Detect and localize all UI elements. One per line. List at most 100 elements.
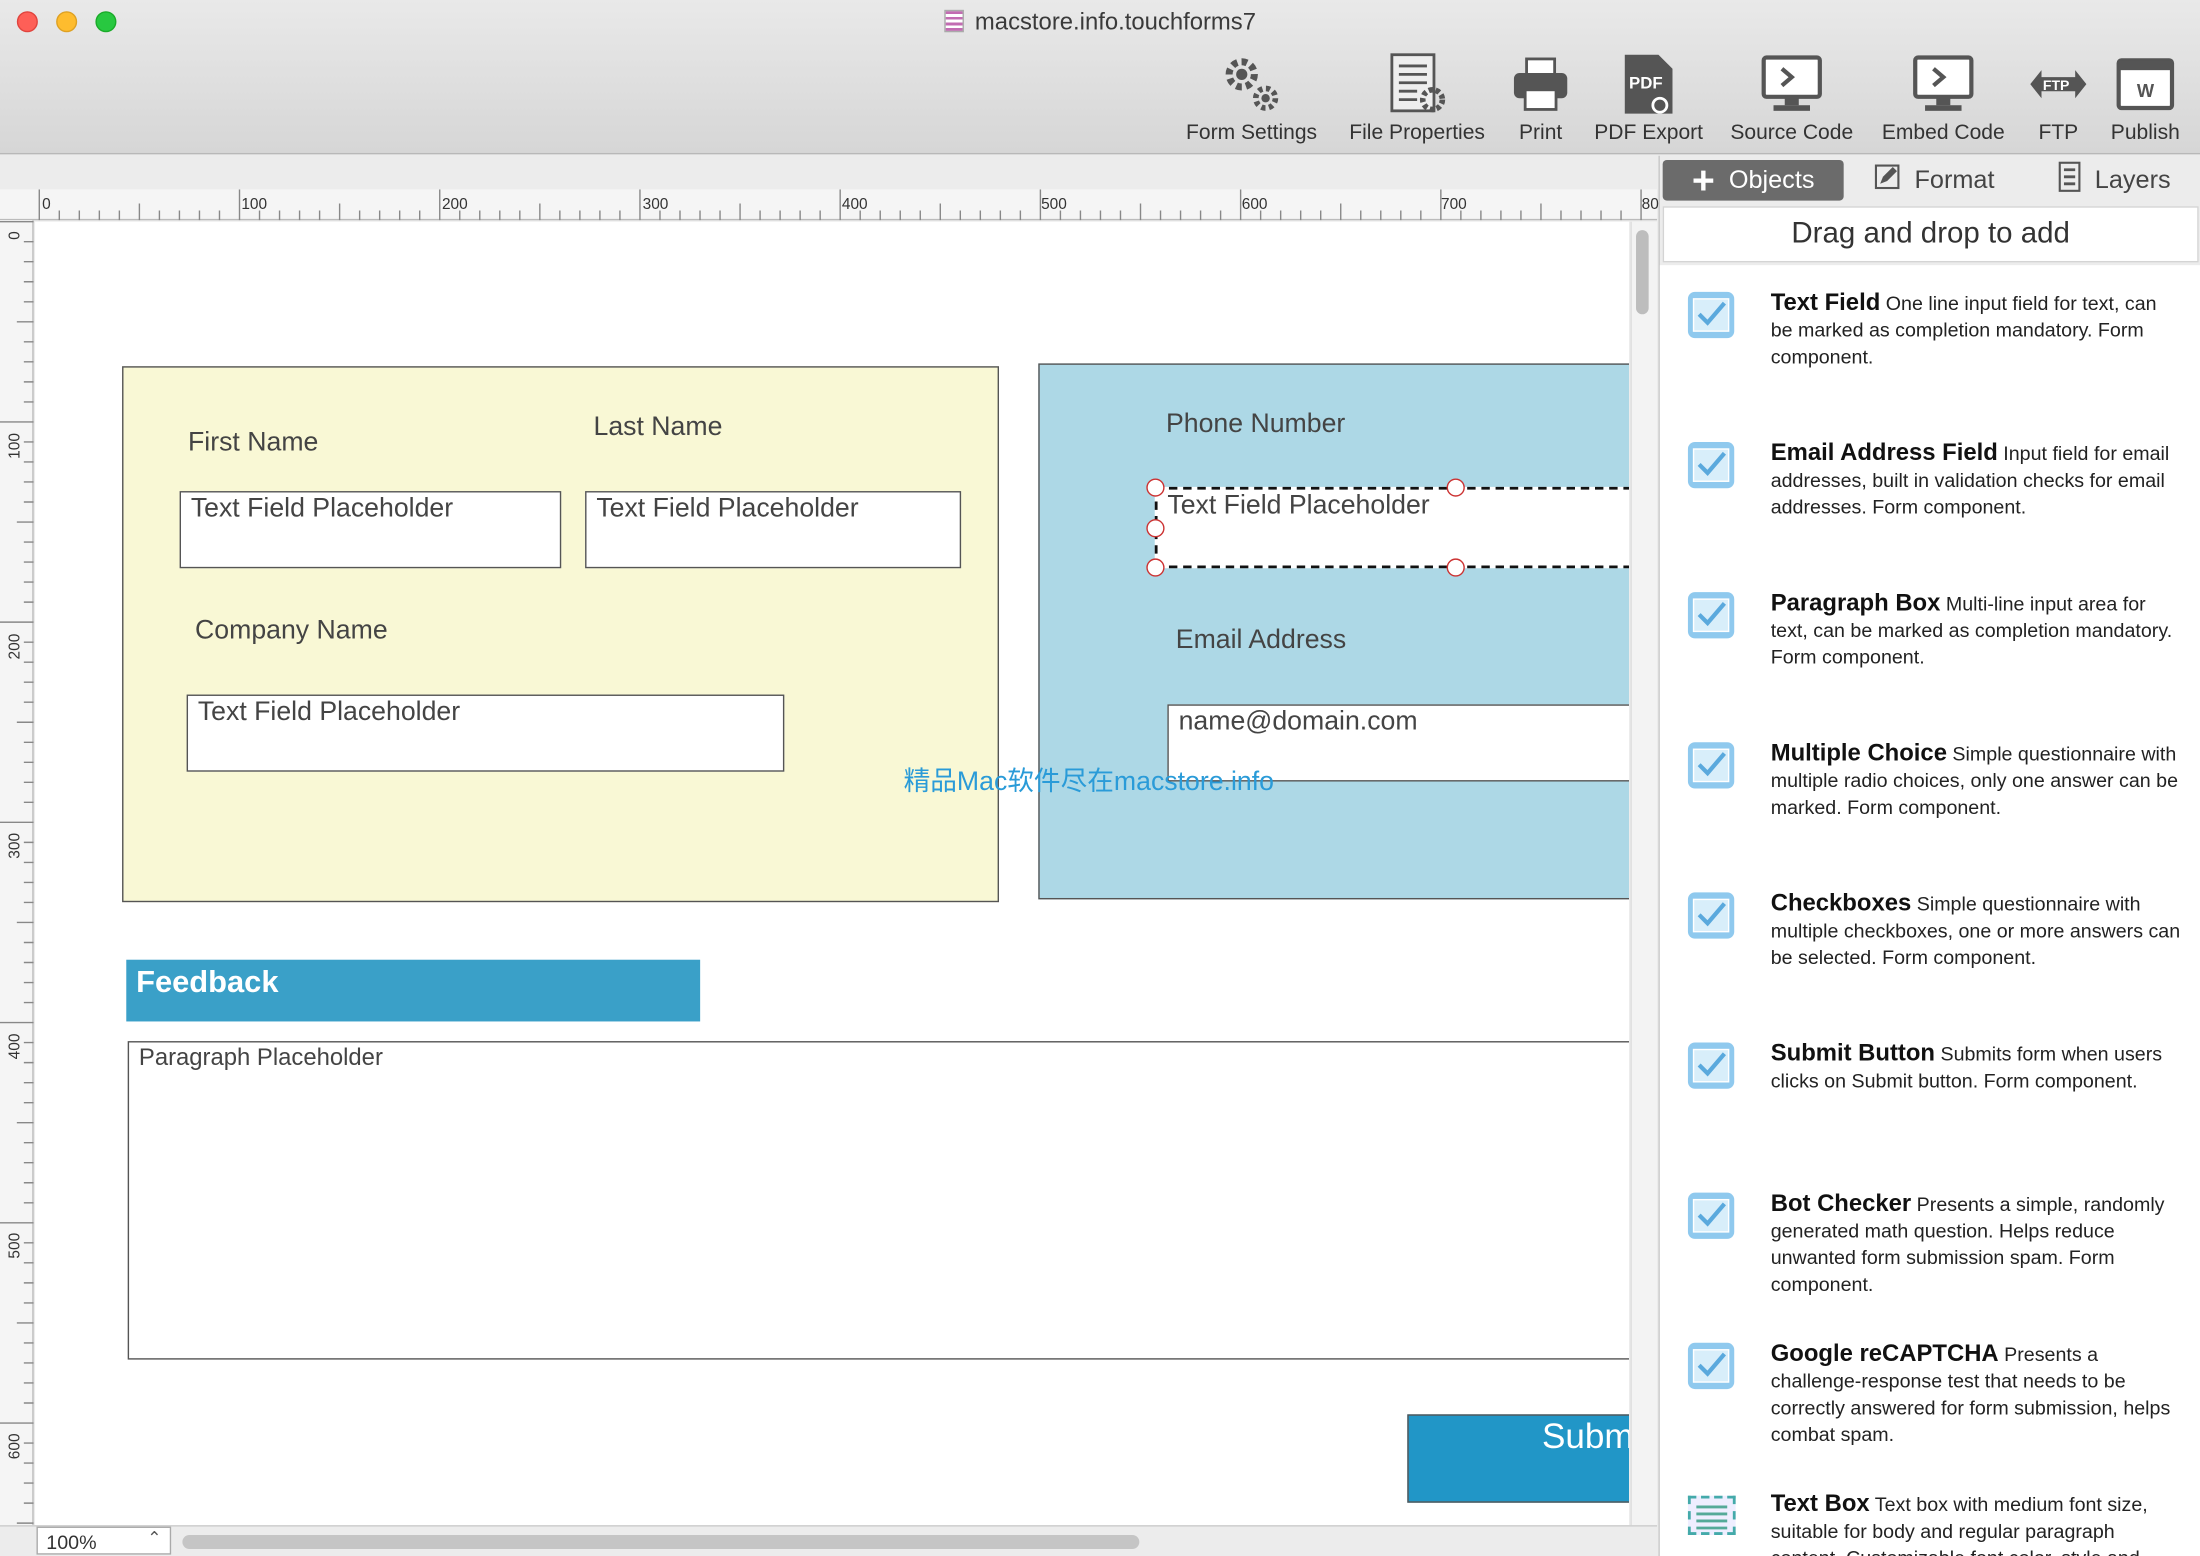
component-list: Text Field One line input field for text… — [1659, 265, 2200, 1556]
company-name-label[interactable]: Company Name — [195, 616, 388, 647]
resize-handle-top-middle[interactable] — [1446, 478, 1465, 497]
source-code-label: Source Code — [1730, 120, 1854, 145]
window-title-text: macstore.info.touchforms7 — [974, 8, 1256, 36]
publish-icon: W — [2105, 48, 2186, 121]
stepper-icon[interactable]: ⌃ — [147, 1528, 161, 1548]
component-name: Text Box — [1770, 1490, 1870, 1517]
form-canvas[interactable]: First Name Last Name Text Field Placehol… — [35, 221, 1629, 1526]
svg-text:W: W — [2137, 80, 2155, 101]
feedback-header[interactable]: Feedback — [126, 959, 701, 1022]
component-description: Bot Checker Presents a simple, randomly … — [1771, 1190, 2181, 1298]
source-code-icon — [1722, 48, 1862, 121]
component-description: Email Address Field Input field for emai… — [1771, 439, 2181, 520]
tab-format-label: Format — [1914, 165, 1995, 194]
horizontal-ruler: 0 100 200 300 400 500 600 700 80 — [0, 189, 1659, 221]
phone-number-field-selected[interactable]: Text Field Placeholder — [1154, 486, 1629, 569]
svg-text:PDF: PDF — [1629, 73, 1663, 92]
embed-code-icon — [1875, 48, 2013, 121]
component-description: Paragraph Box Multi-line input area for … — [1771, 589, 2181, 670]
resize-handle-top-left[interactable] — [1146, 478, 1165, 497]
checkbox-icon — [1687, 592, 1735, 639]
publish-label: Publish — [2110, 120, 2180, 145]
checkbox-icon — [1687, 1042, 1735, 1089]
email-address-label[interactable]: Email Address — [1176, 626, 1346, 657]
vruler-label-200: 200 — [7, 633, 24, 660]
gears-icon — [1179, 48, 1325, 121]
ftp-label: FTP — [2038, 120, 2079, 145]
pdf-icon: PDF — [1587, 48, 1710, 121]
component-name: Bot Checker — [1770, 1189, 1912, 1217]
ruler-label-700: 700 — [1440, 196, 1467, 214]
last-name-label[interactable]: Last Name — [594, 413, 723, 444]
submit-button[interactable]: Subm — [1407, 1414, 1629, 1503]
file-properties-button[interactable]: File Properties — [1340, 48, 1494, 145]
zoom-select[interactable]: 100% ⌃ — [36, 1526, 172, 1555]
checkbox-icon — [1687, 1342, 1735, 1390]
last-name-field[interactable]: Text Field Placeholder — [585, 491, 962, 569]
ruler-label-100: 100 — [241, 196, 268, 214]
component-name: Paragraph Box — [1770, 589, 1941, 616]
publish-button[interactable]: W Publish — [2105, 48, 2186, 145]
resize-handle-middle-left[interactable] — [1146, 519, 1165, 538]
ruler-label-300: 300 — [642, 196, 669, 214]
watermark-text: 精品Mac软件尽在macstore.info — [903, 767, 1274, 797]
component-description: Multiple Choice Simple questionnaire wit… — [1771, 739, 2181, 820]
ruler-label-200: 200 — [441, 196, 468, 214]
vertical-scrollbar[interactable] — [1630, 221, 1658, 1526]
source-code-button[interactable]: Source Code — [1722, 48, 1862, 145]
pdf-export-label: PDF Export — [1594, 120, 1704, 145]
text-box-icon — [1687, 1495, 1736, 1535]
tab-objects-label: Objects — [1728, 165, 1815, 194]
tab-format[interactable]: Format — [1848, 160, 2022, 201]
pencil-icon — [1875, 164, 1901, 196]
component-name: Checkboxes — [1770, 889, 1912, 917]
checkbox-icon — [1687, 742, 1735, 789]
printer-icon — [1507, 48, 1574, 121]
pdf-export-button[interactable]: PDF PDF Export — [1587, 48, 1710, 145]
embed-code-button[interactable]: Embed Code — [1875, 48, 2013, 145]
horizontal-scroll-thumb[interactable] — [182, 1534, 1140, 1550]
tab-objects[interactable]: + Objects — [1662, 159, 1844, 201]
checkbox-icon — [1687, 892, 1735, 939]
checkbox-icon — [1687, 441, 1735, 489]
checkbox-icon — [1687, 1192, 1735, 1239]
tab-layers[interactable]: Layers — [2027, 160, 2200, 201]
form-settings-button[interactable]: Form Settings — [1179, 48, 1325, 145]
print-label: Print — [1518, 120, 1563, 145]
zoom-value: 100% — [46, 1530, 97, 1554]
window-title: macstore.info.touchforms7 — [0, 8, 2200, 36]
company-name-field[interactable]: Text Field Placeholder — [186, 694, 785, 772]
phone-number-label[interactable]: Phone Number — [1166, 410, 1345, 441]
file-properties-label: File Properties — [1349, 120, 1485, 145]
component-name: Text Field — [1770, 289, 1881, 316]
vruler-label-0: 0 — [7, 231, 24, 240]
svg-text:FTP: FTP — [2043, 77, 2069, 93]
vertical-scroll-thumb[interactable] — [1636, 230, 1649, 315]
document-icon — [944, 9, 964, 33]
component-name: Multiple Choice — [1770, 739, 1947, 767]
component-description: Google reCAPTCHA Presents a challenge-re… — [1771, 1340, 2181, 1448]
print-button[interactable]: Print — [1507, 48, 1574, 145]
component-name: Google reCAPTCHA — [1770, 1339, 1999, 1367]
ruler-label-500: 500 — [1041, 196, 1067, 214]
drag-drop-title: Drag and drop to add — [1662, 206, 2199, 263]
component-description: Text Box Text box with medium font size,… — [1771, 1490, 2181, 1556]
component-name: Submit Button — [1770, 1039, 1936, 1067]
ruler-label-400: 400 — [841, 196, 868, 214]
embed-code-label: Embed Code — [1881, 120, 2005, 145]
title-bar: macstore.info.touchforms7 Form Settings … — [0, 0, 2200, 155]
vertical-ruler: 0 100 200 300 400 500 600 — [0, 220, 34, 1526]
first-name-field[interactable]: Text Field Placeholder — [179, 491, 562, 569]
ruler-label-0: 0 — [42, 196, 51, 214]
component-description: Submit Button Submits form when users cl… — [1771, 1040, 2181, 1095]
feedback-paragraph-box[interactable]: Paragraph Placeholder — [127, 1041, 1629, 1360]
resize-handle-bottom-left[interactable] — [1146, 558, 1165, 577]
ruler-label-600: 600 — [1241, 196, 1268, 214]
vruler-label-500: 500 — [7, 1232, 24, 1259]
file-properties-icon — [1340, 48, 1494, 121]
vruler-label-300: 300 — [7, 832, 24, 859]
vruler-label-400: 400 — [7, 1033, 24, 1060]
first-name-label[interactable]: First Name — [188, 428, 318, 459]
ftp-button[interactable]: FTP FTP — [2025, 48, 2092, 145]
resize-handle-bottom-middle[interactable] — [1446, 558, 1465, 577]
